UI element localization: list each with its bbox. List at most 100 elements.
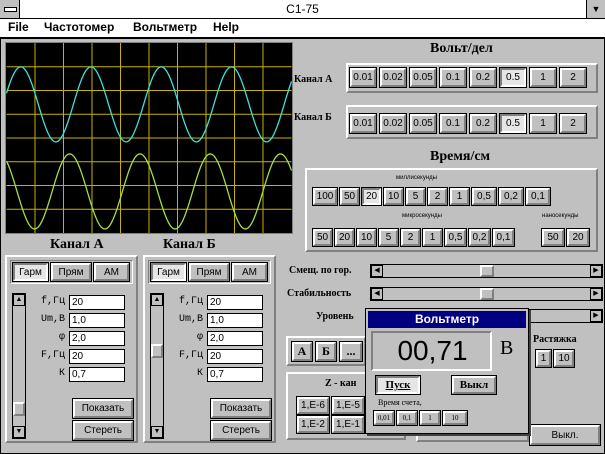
channel-a-param-value[interactable]: 20 [69, 295, 125, 310]
volt-div-b-button-0-5[interactable]: 0.5 [500, 114, 526, 133]
channel-a-show-button[interactable]: Показать [73, 399, 133, 418]
stretch-button-1[interactable]: 1 [536, 350, 551, 367]
volt-div-b-button-0-01[interactable]: 0.01 [350, 114, 376, 133]
time-milli-button-10[interactable]: 10 [384, 188, 403, 205]
mode-button-a[interactable]: А [292, 342, 312, 361]
channel-b-clear-button[interactable]: Стереть [211, 421, 271, 440]
h-offset-scroll-left-icon[interactable]: ◀ [371, 265, 383, 277]
channel-a-tab-direct[interactable]: Прям [51, 263, 91, 281]
channel-b-vertical-slider[interactable]: ▲ ▼ [150, 293, 164, 439]
channel-a-param-value[interactable]: 1,0 [69, 313, 125, 328]
time-milli-button-0-2[interactable]: 0,2 [499, 188, 523, 205]
volt-div-a-button-0-05[interactable]: 0.05 [410, 68, 436, 87]
z-value-button-1e-1[interactable]: 1,E-1 [332, 416, 364, 433]
channel-a-param-label: f,Гц [40, 296, 65, 307]
time-milli-button-2[interactable]: 2 [428, 188, 447, 205]
channel-b-param-value[interactable]: 1,0 [207, 313, 263, 328]
level-scrollbar[interactable]: ▶ [520, 309, 603, 323]
channel-a-clear-button[interactable]: Стереть [73, 421, 133, 440]
volt-div-b-button-0-02[interactable]: 0.02 [380, 114, 406, 133]
channel-a-param-value[interactable]: 20 [69, 349, 125, 364]
menu-file[interactable]: File [8, 20, 29, 34]
time-micro-button-2[interactable]: 2 [401, 229, 420, 246]
channel-a-vertical-slider[interactable]: ▲ ▼ [12, 293, 26, 439]
time-nano-button-20[interactable]: 20 [567, 229, 589, 246]
time-milli-button-0-5[interactable]: 0,5 [472, 188, 496, 205]
channel-b-slider-up-icon[interactable]: ▲ [151, 294, 163, 306]
volt-div-b-button-2[interactable]: 2 [560, 114, 586, 133]
channel-b-param-value[interactable]: 0,7 [207, 367, 263, 382]
off-button[interactable]: Выкл. [530, 425, 600, 445]
channel-b-param-value[interactable]: 20 [207, 295, 263, 310]
channel-a-param-value[interactable]: 2,0 [69, 331, 125, 346]
time-milli-button-20[interactable]: 20 [362, 188, 381, 205]
time-micro-button-1[interactable]: 1 [423, 229, 442, 246]
channel-b-param-value[interactable]: 2,0 [207, 331, 263, 346]
stretch-button-10[interactable]: 10 [554, 350, 574, 367]
time-milli-button-100[interactable]: 100 [313, 188, 337, 205]
volt-div-a-button-2[interactable]: 2 [560, 68, 586, 87]
time-micro-button-0-2[interactable]: 0,2 [469, 229, 490, 246]
stability-scroll-left-icon[interactable]: ◀ [371, 288, 383, 300]
volt-div-b-button-0-05[interactable]: 0.05 [410, 114, 436, 133]
h-offset-scrollbar[interactable]: ◀ ▶ [370, 264, 603, 278]
stability-scroll-right-icon[interactable]: ▶ [590, 288, 602, 300]
channel-b-tab-direct[interactable]: Прям [189, 263, 229, 281]
time-nano-button-50[interactable]: 50 [542, 229, 564, 246]
time-micro-button-50[interactable]: 50 [313, 229, 332, 246]
count-time-button-0-1[interactable]: 0,1 [397, 411, 417, 425]
h-offset-scroll-right-icon[interactable]: ▶ [590, 265, 602, 277]
z-value-button-1e-2[interactable]: 1,E-2 [297, 416, 329, 433]
channel-b-param-value[interactable]: 20 [207, 349, 263, 364]
channel-a-tab-harmonic[interactable]: Гарм [13, 263, 48, 281]
time-micro-button-0-5[interactable]: 0,5 [445, 229, 466, 246]
h-offset-scroll-thumb[interactable] [480, 265, 494, 277]
volt-div-a-button-1[interactable]: 1 [530, 68, 556, 87]
z-value-button-1e-5[interactable]: 1,E-5 [332, 397, 364, 414]
volt-div-a-button-0-02[interactable]: 0.02 [380, 68, 406, 87]
volt-div-b-button-1[interactable]: 1 [530, 114, 556, 133]
menu-voltmeter[interactable]: Вольтметр [133, 20, 197, 34]
menu-frequency-meter[interactable]: Частотомер [44, 20, 114, 34]
channel-a-slider-thumb[interactable] [13, 402, 25, 416]
level-scroll-right-icon[interactable]: ▶ [590, 310, 602, 322]
volt-div-a-button-0-2[interactable]: 0.2 [470, 68, 496, 87]
time-milli-button-50[interactable]: 50 [340, 188, 359, 205]
channel-a-slider-up-icon[interactable]: ▲ [13, 294, 25, 306]
channel-a-param-value[interactable]: 0,7 [69, 367, 125, 382]
channel-b-slider-down-icon[interactable]: ▼ [151, 426, 163, 438]
menu-help[interactable]: Help [213, 20, 239, 34]
time-micro-button-20[interactable]: 20 [335, 229, 354, 246]
channel-b-tab-harmonic[interactable]: Гарм [151, 263, 186, 281]
volt-div-a-button-0-5[interactable]: 0.5 [500, 68, 526, 87]
count-time-button-0-01[interactable]: 0,01 [374, 411, 394, 425]
time-milli-button-0-1[interactable]: 0,1 [526, 188, 550, 205]
voltmeter-start-button[interactable]: Пуск [376, 376, 420, 394]
volt-div-a-button-0-01[interactable]: 0.01 [350, 68, 376, 87]
stability-scrollbar[interactable]: ◀ ▶ [370, 287, 603, 301]
volt-div-b-button-0-1[interactable]: 0.1 [440, 114, 466, 133]
mode-button-more[interactable]: ... [340, 342, 362, 361]
maximize-button[interactable]: ▼ [586, 0, 605, 18]
channel-b-show-button[interactable]: Показать [211, 399, 271, 418]
time-milli-button-5[interactable]: 5 [406, 188, 425, 205]
time-micro-button-5[interactable]: 5 [379, 229, 398, 246]
time-micro-button-0-1[interactable]: 0,1 [493, 229, 514, 246]
volt-div-a-button-0-1[interactable]: 0.1 [440, 68, 466, 87]
channel-b-tab-am[interactable]: АМ [232, 263, 267, 281]
voltmeter-stop-button[interactable]: Выкл [452, 376, 496, 394]
channel-a-tab-am[interactable]: АМ [94, 263, 129, 281]
count-time-button-1[interactable]: 1 [420, 411, 440, 425]
time-milli-button-1[interactable]: 1 [450, 188, 469, 205]
time-micro-button-10[interactable]: 10 [357, 229, 376, 246]
channel-a-slider-down-icon[interactable]: ▼ [13, 426, 25, 438]
channel-a-param-label: F,Гц [40, 350, 65, 361]
stability-scroll-thumb[interactable] [480, 288, 494, 300]
mode-button-b[interactable]: Б [316, 342, 336, 361]
count-time-button-10[interactable]: 10 [443, 411, 467, 425]
z-value-button-1e-6[interactable]: 1,E-6 [297, 397, 329, 414]
volt-div-channel-a-label: Канал А [294, 74, 333, 85]
channel-b-slider-thumb[interactable] [151, 344, 163, 358]
volt-div-b-button-0-2[interactable]: 0.2 [470, 114, 496, 133]
oscilloscope-screen [5, 42, 293, 234]
